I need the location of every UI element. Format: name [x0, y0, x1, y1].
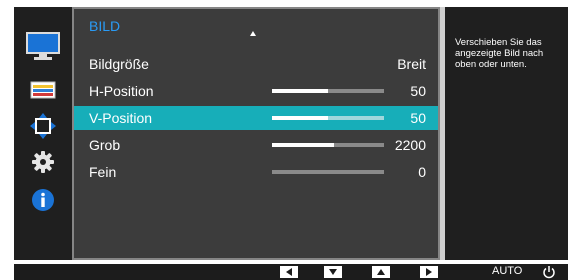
menu-title: BILD [89, 18, 121, 34]
row-value: 0 [418, 164, 426, 180]
row-label: Fein [89, 164, 117, 180]
color-icon [30, 81, 56, 99]
up-arrow-icon [377, 269, 385, 275]
power-icon[interactable] [542, 265, 556, 279]
up-button[interactable] [372, 266, 390, 278]
monitor-icon [26, 32, 60, 60]
help-text: Verschieben Sie das angezeigte Bild nach… [455, 37, 544, 70]
sidebar [14, 7, 72, 260]
scroll-up-arrow-icon[interactable] [250, 31, 256, 36]
menu-row-fine[interactable]: Fein 0 [74, 160, 438, 184]
sidebar-item-settings[interactable] [14, 144, 72, 180]
menu-panel: BILD Bildgröße Breit H-Position 50 V-Pos… [72, 7, 440, 260]
row-value: 50 [410, 110, 426, 126]
button-guide-bar: AUTO [14, 264, 568, 280]
gear-icon [32, 151, 54, 173]
sidebar-item-information[interactable] [14, 182, 72, 218]
slider-fill [272, 116, 328, 120]
row-value: 50 [410, 83, 426, 99]
slider-fill [272, 143, 334, 147]
v-position-slider[interactable] [272, 116, 384, 120]
fine-slider[interactable] [272, 170, 384, 174]
menu-row-h-position[interactable]: H-Position 50 [74, 79, 438, 103]
sidebar-item-color[interactable] [14, 72, 72, 108]
down-arrow-icon [329, 269, 337, 275]
row-label: Bildgröße [89, 56, 149, 72]
left-arrow-icon [286, 268, 292, 276]
menu-row-coarse[interactable]: Grob 2200 [74, 133, 438, 157]
menu-row-picture-size[interactable]: Bildgröße Breit [74, 52, 438, 76]
row-value: 2200 [394, 137, 426, 153]
help-panel: Verschieben Sie das angezeigte Bild nach… [445, 7, 568, 260]
left-button[interactable] [280, 266, 298, 278]
down-button[interactable] [324, 266, 342, 278]
row-label: Grob [89, 137, 121, 153]
sidebar-item-size-position[interactable] [14, 108, 72, 144]
sidebar-item-picture[interactable] [14, 28, 72, 64]
row-value: Breit [397, 56, 426, 72]
menu-row-v-position[interactable]: V-Position 50 [74, 106, 438, 130]
row-label: V-Position [89, 110, 153, 126]
auto-button[interactable]: AUTO [492, 265, 522, 277]
h-position-slider[interactable] [272, 89, 384, 93]
right-arrow-icon [426, 268, 432, 276]
slider-fill [272, 89, 328, 93]
size-position-icon [30, 113, 56, 139]
info-icon [32, 189, 54, 211]
right-button[interactable] [420, 266, 438, 278]
row-label: H-Position [89, 83, 154, 99]
coarse-slider[interactable] [272, 143, 384, 147]
